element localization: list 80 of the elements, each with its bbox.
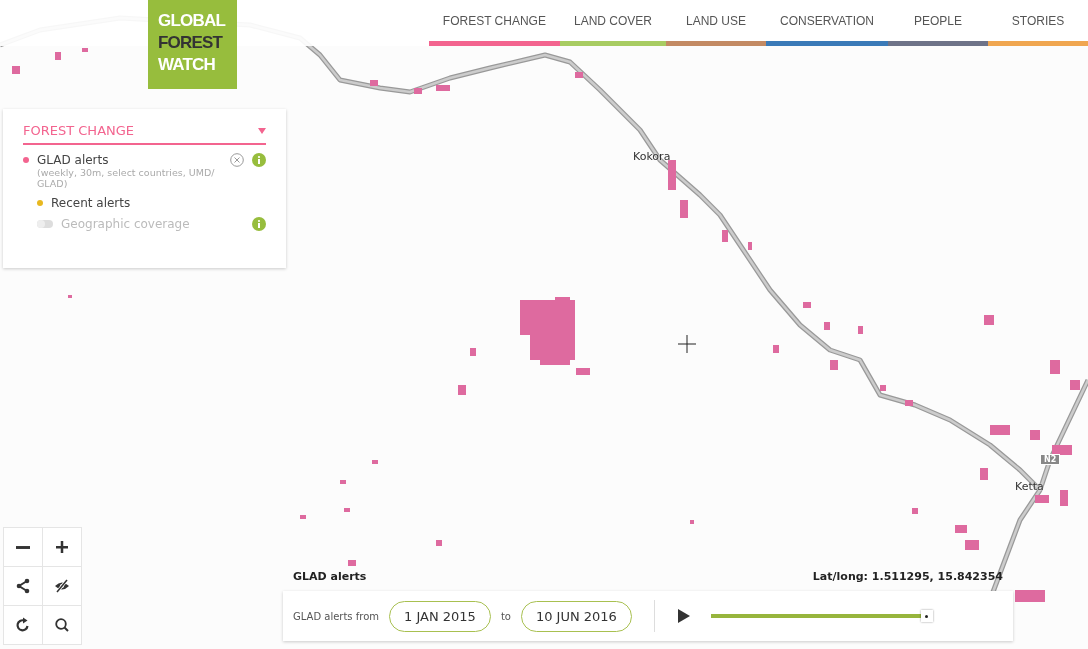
- alert-patch: [680, 200, 688, 218]
- share-icon: [15, 578, 31, 594]
- hide-button[interactable]: [43, 567, 81, 605]
- alert-patch: [458, 385, 466, 395]
- alert-patch: [68, 295, 72, 298]
- nav-tab[interactable]: PEOPLE: [888, 0, 988, 46]
- plus-icon: [54, 539, 70, 555]
- road-shield: N2: [1040, 454, 1061, 465]
- play-icon[interactable]: [676, 608, 691, 624]
- alert-patch: [690, 520, 694, 524]
- alert-patch: [436, 540, 442, 546]
- timeline-title: GLAD alerts: [293, 570, 367, 583]
- alert-patch: [436, 85, 450, 91]
- refresh-icon: [15, 617, 31, 633]
- logo[interactable]: GLOBAL FOREST WATCH: [148, 0, 237, 89]
- toggle-label: Geographic coverage: [61, 217, 191, 231]
- zoom-out-button[interactable]: [4, 528, 42, 566]
- alert-patch: [1070, 380, 1080, 390]
- alert-patch: [300, 515, 306, 519]
- alert-patch: [1052, 445, 1072, 455]
- minus-icon: [16, 545, 30, 549]
- alert-patch: [803, 302, 811, 308]
- alert-patch: [414, 88, 422, 94]
- alert-patch: [470, 348, 476, 356]
- date-from-label: GLAD alerts from: [293, 610, 380, 622]
- search-button[interactable]: [43, 606, 81, 644]
- alert-patch: [372, 460, 378, 464]
- alert-patch: [668, 160, 676, 190]
- legend-label: Recent alerts: [51, 196, 131, 210]
- nav-tab[interactable]: CONSERVATION: [766, 0, 888, 46]
- start-date-button[interactable]: 1 JAN 2015: [389, 600, 491, 632]
- caret-icon: [258, 127, 266, 134]
- alert-patch: [576, 368, 590, 375]
- share-button[interactable]: [4, 567, 42, 605]
- date-to-label: to: [500, 610, 511, 622]
- nav-tab[interactable]: LAND COVER: [559, 0, 666, 46]
- alert-patch: [575, 72, 583, 78]
- end-date-button[interactable]: 10 JUN 2016: [520, 600, 632, 632]
- alert-patch: [748, 242, 752, 250]
- eye-slash-icon: [54, 578, 70, 594]
- search-icon: [54, 617, 70, 633]
- alert-patch: [830, 360, 838, 370]
- toggle-switch[interactable]: [37, 220, 53, 228]
- alert-patch: [773, 345, 779, 353]
- alert-patch: [1030, 430, 1040, 440]
- alert-patch: [1050, 360, 1060, 374]
- town-label: Kokora: [633, 150, 671, 163]
- layer-description: (weekly, 30m, select countries, UMD/ GLAD): [37, 167, 216, 189]
- alert-patch: [348, 560, 356, 566]
- refresh-button[interactable]: [4, 606, 42, 644]
- alert-patch: [905, 400, 913, 406]
- layer-name: GLAD alerts: [37, 153, 110, 167]
- alert-patch: [824, 322, 830, 330]
- alert-patch: [858, 326, 863, 334]
- alert-patch: [1060, 490, 1068, 506]
- coordinates-text: Lat/long: 1.511295, 15.842354: [812, 570, 1003, 583]
- close-icon[interactable]: [230, 153, 244, 167]
- alert-patch: [965, 540, 979, 550]
- town-label: Ketta: [1015, 480, 1044, 493]
- nav-tab[interactable]: STORIES: [988, 0, 1088, 46]
- alert-patch: [912, 508, 918, 514]
- alert-patch: [722, 230, 728, 242]
- alert-patch: [990, 425, 1010, 435]
- slider-handle[interactable]: [920, 610, 933, 622]
- alert-patch: [1035, 495, 1049, 503]
- alert-patch: [880, 385, 886, 391]
- alert-patch: [984, 315, 994, 325]
- alert-patch: [1015, 590, 1045, 602]
- alert-patch: [55, 52, 61, 60]
- alert-patch: [370, 80, 378, 86]
- crosshair-icon: [677, 334, 697, 354]
- nav-tab[interactable]: LAND USE: [666, 0, 766, 46]
- alert-patch: [955, 525, 967, 533]
- alert-patch: [12, 66, 20, 74]
- alert-patch: [980, 468, 988, 480]
- alert-patch: [82, 48, 88, 52]
- alert-patch: [344, 508, 350, 512]
- alert-patch: [340, 480, 346, 484]
- nav-tab[interactable]: FOREST CHANGE: [428, 0, 560, 46]
- zoom-in-button[interactable]: [43, 528, 81, 566]
